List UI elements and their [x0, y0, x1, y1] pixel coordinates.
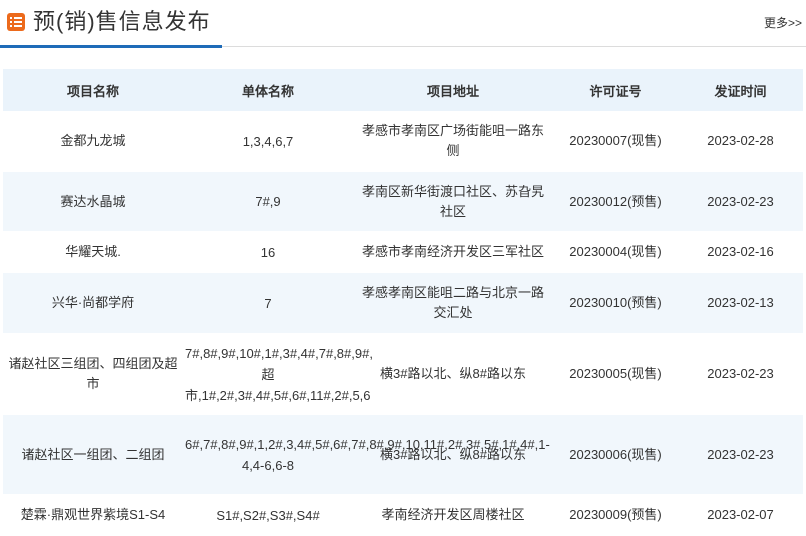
table-row[interactable]: 金都九龙城 1,3,4,6,7 孝感市孝南区广场街能咀一路东侧 20230007… — [3, 111, 803, 172]
page-title: 预(销)售信息发布 — [33, 9, 211, 34]
unit-names: 6#,7#,8#,9#,1,2#,3,4#,5#,6#,7#,8#,9#,10,… — [183, 414, 550, 495]
permit-number: 20230007(现售) — [553, 111, 678, 172]
table-row[interactable]: 兴华·尚都学府 7 孝感孝南区能咀二路与北京一路交汇处 20230010(预售)… — [3, 272, 803, 334]
permit-number: 20230009(预售) — [553, 494, 678, 536]
project-name[interactable]: 赛达水晶城 — [3, 171, 183, 232]
presale-table: 项目名称 单体名称 项目地址 许可证号 发证时间 金都九龙城 1,3,4,6,7… — [3, 69, 803, 536]
unit-names: 16 — [183, 231, 353, 273]
column-header-date: 发证时间 — [678, 69, 803, 111]
project-name[interactable]: 诸赵社区三组团、四组团及超市 — [3, 333, 183, 415]
table-row[interactable]: 华耀天城. 16 孝感市孝南经济开发区三军社区 20230004(现售) 202… — [3, 231, 803, 273]
permit-number: 20230004(现售) — [553, 231, 678, 273]
unit-names: 7#,9 — [183, 171, 353, 232]
issue-date: 2023-02-07 — [678, 494, 803, 536]
project-address: 孝南区新华街渡口社区、苏旮旯社区 — [353, 171, 553, 232]
list-icon — [7, 13, 25, 31]
unit-names: 7 — [183, 272, 353, 334]
project-name[interactable]: 金都九龙城 — [3, 111, 183, 172]
section-header: 预(销)售信息发布 更多>> — [0, 0, 806, 48]
project-address: 孝感市孝南区广场街能咀一路东侧 — [353, 111, 553, 172]
issue-date: 2023-02-23 — [678, 414, 803, 495]
project-name[interactable]: 兴华·尚都学府 — [3, 272, 183, 334]
issue-date: 2023-02-23 — [678, 333, 803, 415]
issue-date: 2023-02-16 — [678, 231, 803, 273]
project-address: 横3#路以北、纵8#路以东 — [353, 414, 553, 495]
table-header-row: 项目名称 单体名称 项目地址 许可证号 发证时间 — [3, 69, 803, 111]
issue-date: 2023-02-23 — [678, 171, 803, 232]
project-name[interactable]: 诸赵社区一组团、二组团 — [3, 414, 183, 495]
project-name[interactable]: 华耀天城. — [3, 231, 183, 273]
project-address: 孝感孝南区能咀二路与北京一路交汇处 — [353, 272, 553, 334]
project-name[interactable]: 楚霖·鼎观世界紫境S1-S4 — [3, 494, 183, 536]
project-address: 横3#路以北、纵8#路以东 — [353, 333, 553, 415]
unit-names: 7#,8#,9#,10#,1#,3#,4#,7#,8#,9#,超市,1#,2#,… — [183, 333, 373, 415]
table-row[interactable]: 楚霖·鼎观世界紫境S1-S4 S1#,S2#,S3#,S4# 孝南经济开发区周楼… — [3, 494, 803, 536]
column-header-project: 项目名称 — [3, 69, 183, 111]
issue-date: 2023-02-28 — [678, 111, 803, 172]
more-link[interactable]: 更多>> — [764, 15, 802, 31]
column-header-units: 单体名称 — [183, 69, 353, 111]
header-accent-bar — [0, 45, 222, 48]
unit-names: 1,3,4,6,7 — [183, 111, 353, 172]
permit-number: 20230006(现售) — [553, 414, 678, 495]
table-row[interactable]: 诸赵社区三组团、四组团及超市 7#,8#,9#,10#,1#,3#,4#,7#,… — [3, 333, 803, 415]
issue-date: 2023-02-13 — [678, 272, 803, 334]
permit-number: 20230005(现售) — [553, 333, 678, 415]
table-row[interactable]: 诸赵社区一组团、二组团 6#,7#,8#,9#,1,2#,3,4#,5#,6#,… — [3, 414, 803, 495]
project-address: 孝感市孝南经济开发区三军社区 — [353, 231, 553, 273]
column-header-address: 项目地址 — [353, 69, 553, 111]
project-address: 孝南经济开发区周楼社区 — [353, 494, 553, 536]
permit-number: 20230010(预售) — [553, 272, 678, 334]
permit-number: 20230012(预售) — [553, 171, 678, 232]
column-header-permit: 许可证号 — [553, 69, 678, 111]
unit-names: S1#,S2#,S3#,S4# — [183, 494, 353, 536]
table-row[interactable]: 赛达水晶城 7#,9 孝南区新华街渡口社区、苏旮旯社区 20230012(预售)… — [3, 171, 803, 232]
